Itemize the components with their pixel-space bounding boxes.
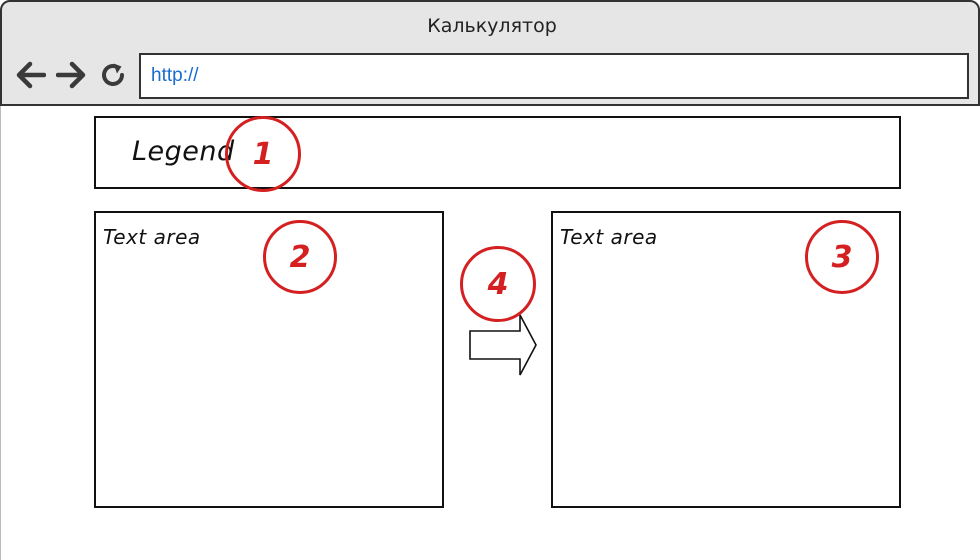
url-value: http:// [151, 65, 199, 86]
output-text-area-label: Text area [560, 225, 658, 249]
legend-box: Legend [94, 116, 901, 189]
legend-label: Legend [132, 136, 235, 167]
annotation-marker-4: 4 [460, 246, 536, 322]
arrow-right-icon [56, 61, 86, 89]
right-arrow-icon[interactable] [468, 313, 540, 379]
window-title: Калькулятор [427, 15, 557, 37]
input-text-area-label: Text area [103, 225, 201, 249]
back-button[interactable] [14, 58, 48, 92]
forward-button[interactable] [54, 58, 88, 92]
reload-icon [102, 63, 124, 86]
annotation-marker-1: 1 [225, 116, 301, 192]
annotation-marker-2: 2 [263, 220, 337, 294]
browser-window: Калькулятор http:// Legend Text area Tex… [0, 0, 980, 560]
url-input[interactable]: http:// [139, 53, 969, 99]
browser-chrome: Калькулятор http:// [0, 0, 980, 106]
annotation-marker-3: 3 [805, 220, 879, 294]
reload-button[interactable] [96, 58, 130, 92]
arrow-left-icon [16, 61, 46, 89]
